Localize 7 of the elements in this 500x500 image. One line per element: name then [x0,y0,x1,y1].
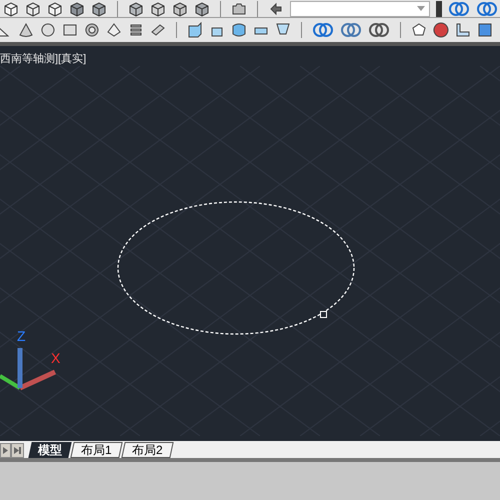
layout-tab[interactable]: 模型 [28,442,72,458]
x-axis-label: X [51,351,60,365]
layout-tab[interactable]: 布局2 [120,442,174,458]
z-axis-label: Z [17,329,26,343]
layout-tab[interactable]: 布局1 [70,442,122,458]
model-viewport[interactable]: 西南等轴测][真实] Z X [0,46,500,441]
viewport-label[interactable]: 西南等轴测][真实] [0,54,86,65]
